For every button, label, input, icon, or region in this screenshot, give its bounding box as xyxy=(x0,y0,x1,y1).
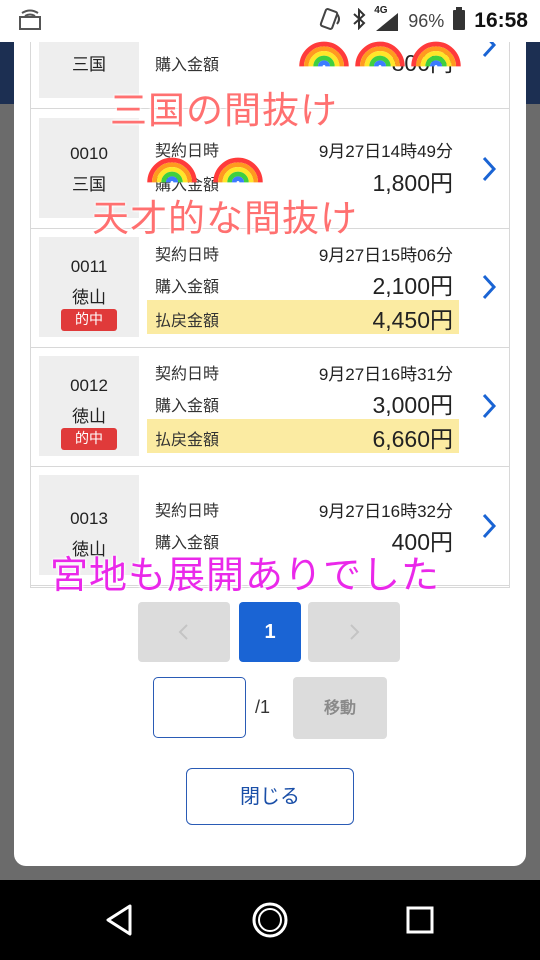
contract-time: 9月27日15時06分 xyxy=(318,246,453,265)
purchase-amount: 2,100円 xyxy=(372,273,453,299)
next-page-button[interactable] xyxy=(308,602,400,662)
ticket-number: 0010 xyxy=(70,144,108,163)
payout-amount: 6,660円 xyxy=(372,426,453,452)
chevron-right-icon[interactable] xyxy=(477,511,501,541)
prev-page-button[interactable] xyxy=(138,602,230,662)
payout-label: 払戻金額 xyxy=(155,311,220,330)
caption-1: 三国の間抜け xyxy=(110,89,338,132)
ticket-number: 0013 xyxy=(70,509,108,528)
purchase-label: 購入金額 xyxy=(155,277,220,296)
home-icon[interactable] xyxy=(248,898,292,942)
purchase-amount: 3,000円 xyxy=(372,392,453,418)
ticket-id-box: 0012 徳山 的中 xyxy=(39,356,139,456)
close-button[interactable]: 閉じる xyxy=(186,768,354,825)
go-button[interactable]: 移動 xyxy=(293,677,387,739)
page-1-button[interactable]: 1 xyxy=(239,602,301,662)
rainbow-icon xyxy=(355,41,405,67)
page-jump: /1 移動 xyxy=(14,677,526,739)
contract-time: 9月27日14時49分 xyxy=(318,142,453,161)
chevron-left-icon xyxy=(178,624,188,640)
purchase-label: 購入金額 xyxy=(155,55,220,74)
contract-time: 9月27日16時32分 xyxy=(318,502,453,521)
ticket-venue: 徳山 xyxy=(72,407,106,427)
ticket-venue: 徳山 xyxy=(72,288,106,308)
back-icon[interactable] xyxy=(98,898,142,942)
ticket-id-box: 0011 徳山 的中 xyxy=(39,237,139,337)
cast-icon xyxy=(18,9,42,31)
hit-badge: 的中 xyxy=(61,428,117,450)
rainbow-icon xyxy=(411,41,461,67)
payout-amount: 4,450円 xyxy=(372,307,453,333)
contract-time: 9月27日16時31分 xyxy=(318,365,453,384)
chevron-right-icon[interactable] xyxy=(477,42,501,60)
caption-2: 天才的な間抜け xyxy=(92,197,358,240)
ticket-venue: 三国 xyxy=(72,55,106,75)
purchase-amount: 1,800円 xyxy=(372,170,453,196)
clock: 16:58 xyxy=(474,9,528,32)
ticket-history-modal: 三国 購入金額 800円 0010 三国 契約日時 9月27日14時49分 購入… xyxy=(14,42,526,866)
hit-badge: 的中 xyxy=(61,309,117,331)
chevron-right-icon xyxy=(350,624,360,640)
ticket-row[interactable]: 0012 徳山 的中 契約日時 9月27日16時31分 購入金額 3,000円 … xyxy=(31,348,509,467)
navigation-bar xyxy=(0,880,540,960)
ticket-number: 0012 xyxy=(70,376,108,395)
chevron-right-icon[interactable] xyxy=(477,391,501,421)
chevron-right-icon[interactable] xyxy=(477,154,501,184)
chevron-right-icon[interactable] xyxy=(477,272,501,302)
caption-3: 宮地も展開ありでした xyxy=(50,553,441,597)
payout-label: 払戻金額 xyxy=(155,430,220,449)
purchase-label: 購入金額 xyxy=(155,396,220,415)
contract-time-label: 契約日時 xyxy=(155,245,220,264)
contract-time-label: 契約日時 xyxy=(155,501,220,520)
page-number-input[interactable] xyxy=(153,677,246,738)
page-total: /1 xyxy=(255,697,271,717)
recents-icon[interactable] xyxy=(398,898,442,942)
contract-time-label: 契約日時 xyxy=(155,364,220,383)
rainbow-icon xyxy=(299,41,349,67)
screen: 4G 96% 16:58 三国 購入金額 800円 0010 三国 契約日時 9… xyxy=(0,0,540,960)
ticket-number: 0011 xyxy=(70,257,108,276)
rainbow-icon xyxy=(213,157,263,183)
ticket-row[interactable]: 0011 徳山 的中 契約日時 9月27日15時06分 購入金額 2,100円 … xyxy=(31,229,509,348)
rainbow-icon xyxy=(147,157,197,183)
pagination: 1 xyxy=(14,602,526,662)
